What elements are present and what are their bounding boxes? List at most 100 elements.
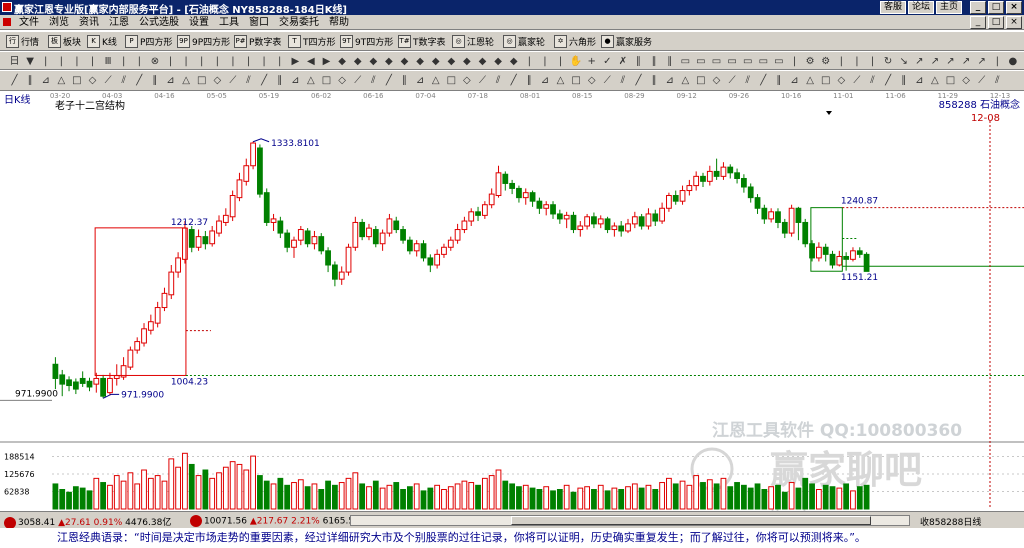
drawing-tool-icon[interactable]: ╱: [258, 74, 271, 87]
tool-icon[interactable]: ◆: [336, 55, 349, 68]
drawing-tool-icon[interactable]: ⫽: [242, 74, 255, 87]
toolbar-winner-wheel[interactable]: ◎ 赢家轮: [503, 34, 545, 49]
tool-icon[interactable]: ◆: [382, 55, 395, 68]
tool-icon[interactable]: ↗: [944, 55, 957, 68]
drawing-tool-icon[interactable]: ⊿: [788, 74, 801, 87]
homepage-link[interactable]: 主页: [935, 1, 962, 14]
drawing-tool-icon[interactable]: ⟋: [476, 74, 489, 87]
menu-trade[interactable]: 交易委托: [274, 16, 324, 29]
toolbar-t-number-table[interactable]: T# T数字表: [398, 34, 446, 49]
mdi-close-button[interactable]: ×: [1006, 16, 1022, 29]
drawing-tool-icon[interactable]: ╱: [133, 74, 146, 87]
drawing-tool-icon[interactable]: ⊿: [414, 74, 427, 87]
tool-icon[interactable]: ↘: [897, 55, 910, 68]
tool-icon[interactable]: ▶: [289, 55, 302, 68]
tool-icon[interactable]: |: [195, 55, 208, 68]
tool-icon[interactable]: ▭: [694, 55, 707, 68]
tool-icon[interactable]: ↗: [975, 55, 988, 68]
tool-icon[interactable]: ↗: [960, 55, 973, 68]
forum-link[interactable]: 论坛: [907, 1, 934, 14]
drawing-tool-icon[interactable]: ╱: [882, 74, 895, 87]
drawing-tool-icon[interactable]: ◇: [585, 74, 598, 87]
tool-icon[interactable]: ↗: [913, 55, 926, 68]
scrollbar-thumb[interactable]: [511, 516, 871, 525]
toolbar-sectors[interactable]: 板板块: [48, 34, 81, 49]
tool-icon[interactable]: |: [180, 55, 193, 68]
drawing-tool-icon[interactable]: ◇: [211, 74, 224, 87]
tool-icon[interactable]: ▭: [741, 55, 754, 68]
menu-window[interactable]: 窗口: [244, 16, 274, 29]
tool-icon[interactable]: ◆: [492, 55, 505, 68]
mdi-minimize-button[interactable]: _: [970, 16, 986, 29]
drawing-tool-icon[interactable]: ∥: [648, 74, 661, 87]
drawing-tool-icon[interactable]: ∥: [273, 74, 286, 87]
tool-icon[interactable]: ◆: [445, 55, 458, 68]
tool-icon[interactable]: ▭: [772, 55, 785, 68]
drawing-tool-icon[interactable]: ∥: [148, 74, 161, 87]
tool-icon[interactable]: +: [585, 55, 598, 68]
drawing-tool-icon[interactable]: ⫽: [866, 74, 879, 87]
drawing-tool-icon[interactable]: □: [445, 74, 458, 87]
tool-icon[interactable]: ◆: [476, 55, 489, 68]
tool-icon[interactable]: ▭: [679, 55, 692, 68]
tool-icon[interactable]: |: [226, 55, 239, 68]
drawing-tool-icon[interactable]: ╱: [8, 74, 21, 87]
tool-icon[interactable]: |: [117, 55, 130, 68]
tool-icon[interactable]: ∥: [648, 55, 661, 68]
toolbar-quotes[interactable]: 行行情: [6, 34, 39, 49]
menu-browse[interactable]: 浏览: [44, 16, 74, 29]
maximize-button[interactable]: □: [988, 1, 1004, 14]
tool-icon[interactable]: 日: [8, 55, 21, 68]
tool-icon[interactable]: |: [788, 55, 801, 68]
tool-icon[interactable]: |: [70, 55, 83, 68]
drawing-tool-icon[interactable]: ∥: [897, 74, 910, 87]
tool-icon[interactable]: ◆: [414, 55, 427, 68]
tool-icon[interactable]: |: [273, 55, 286, 68]
drawing-tool-icon[interactable]: ⊿: [289, 74, 302, 87]
tool-icon[interactable]: ◆: [367, 55, 380, 68]
drawing-tool-icon[interactable]: ╱: [632, 74, 645, 87]
drawing-tool-icon[interactable]: ╱: [382, 74, 395, 87]
tool-icon[interactable]: ↻: [882, 55, 895, 68]
drawing-tool-icon[interactable]: ∥: [772, 74, 785, 87]
drawing-tool-icon[interactable]: ⟋: [850, 74, 863, 87]
drawing-tool-icon[interactable]: ⟋: [102, 74, 115, 87]
chart-scrollbar[interactable]: [350, 515, 910, 526]
tool-icon[interactable]: ◀: [304, 55, 317, 68]
drawing-tool-icon[interactable]: ⫽: [367, 74, 380, 87]
close-button[interactable]: ×: [1006, 1, 1022, 14]
menu-file[interactable]: 文件: [14, 16, 44, 29]
drawing-tool-icon[interactable]: ◇: [86, 74, 99, 87]
drawing-tool-icon[interactable]: △: [804, 74, 817, 87]
drawing-tool-icon[interactable]: ╱: [507, 74, 520, 87]
drawing-tool-icon[interactable]: ◇: [960, 74, 973, 87]
drawing-tool-icon[interactable]: ⊿: [913, 74, 926, 87]
drawing-tool-icon[interactable]: ⫽: [492, 74, 505, 87]
drawing-tool-icon[interactable]: △: [928, 74, 941, 87]
drawing-tool-icon[interactable]: ╱: [757, 74, 770, 87]
drawing-tool-icon[interactable]: ⟋: [351, 74, 364, 87]
tool-icon[interactable]: ●: [1006, 55, 1019, 68]
tool-icon[interactable]: |: [538, 55, 551, 68]
tool-icon[interactable]: ◆: [460, 55, 473, 68]
tool-icon[interactable]: |: [850, 55, 863, 68]
tool-icon[interactable]: ▭: [757, 55, 770, 68]
toolbar-t-square[interactable]: T T四方形: [288, 34, 336, 49]
toolbar-9p-square[interactable]: 9P 9P四方形: [177, 34, 230, 49]
drawing-tool-icon[interactable]: △: [180, 74, 193, 87]
menu-tools[interactable]: 工具: [214, 16, 244, 29]
drawing-tool-icon[interactable]: ⫽: [991, 74, 1004, 87]
menu-settings[interactable]: 设置: [184, 16, 214, 29]
drawing-tool-icon[interactable]: □: [570, 74, 583, 87]
drawing-tool-icon[interactable]: □: [70, 74, 83, 87]
tool-icon[interactable]: ◆: [429, 55, 442, 68]
tool-icon[interactable]: ∥: [663, 55, 676, 68]
menu-gann[interactable]: 江恩: [104, 16, 134, 29]
drawing-tool-icon[interactable]: ∥: [24, 74, 37, 87]
tool-icon[interactable]: ∥: [632, 55, 645, 68]
tool-icon[interactable]: ▶: [320, 55, 333, 68]
tool-icon[interactable]: ◆: [351, 55, 364, 68]
tool-icon[interactable]: ✗: [616, 55, 629, 68]
tool-icon[interactable]: |: [866, 55, 879, 68]
toolbar-winner-service[interactable]: ● 赢家服务: [601, 34, 652, 49]
